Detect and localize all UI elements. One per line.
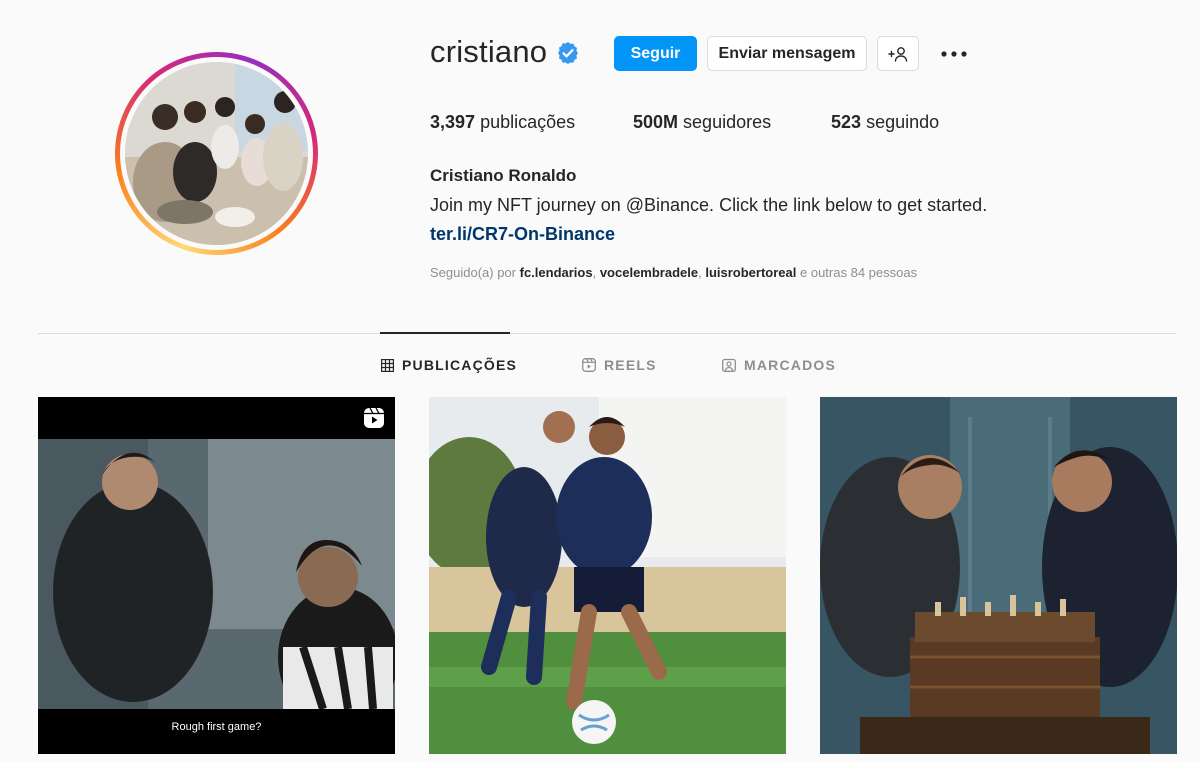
- tab-reels-label: REELS: [604, 357, 657, 373]
- active-tab-indicator: [380, 332, 510, 334]
- follower-account-2[interactable]: vocelembradele: [600, 265, 698, 280]
- profile-full-name: Cristiano Ronaldo: [430, 166, 577, 185]
- tagged-icon: [722, 358, 736, 372]
- suggested-accounts-button[interactable]: [877, 36, 919, 71]
- grid-icon: [381, 358, 394, 372]
- follow-button[interactable]: Seguir: [614, 36, 697, 71]
- more-options-button[interactable]: [936, 40, 972, 68]
- post-thumbnail-2[interactable]: [429, 397, 786, 754]
- post-2-image: [429, 397, 786, 754]
- followers-stat[interactable]: 500M seguidores: [633, 112, 771, 133]
- verified-badge-icon: [558, 42, 578, 64]
- profile-avatar-ring[interactable]: [115, 52, 318, 255]
- followers-label: seguidores: [683, 112, 772, 132]
- post-thumbnail-3[interactable]: [820, 397, 1177, 754]
- following-count: 523: [831, 112, 862, 132]
- following-label: seguindo: [866, 112, 940, 132]
- tab-posts[interactable]: PUBLICAÇÕES: [381, 356, 517, 374]
- posts-stat: 3,397 publicações: [430, 112, 575, 133]
- following-stat[interactable]: 523 seguindo: [831, 112, 939, 133]
- reels-icon: [582, 358, 596, 372]
- send-message-button[interactable]: Enviar mensagem: [707, 36, 867, 71]
- post-3-image: [820, 397, 1177, 754]
- profile-avatar[interactable]: [125, 62, 308, 245]
- post-1-image: [38, 397, 395, 754]
- tab-reels[interactable]: REELS: [582, 356, 657, 374]
- post-thumbnail-1[interactable]: Rough first game?: [38, 397, 395, 754]
- followed-by-suffix: e outras 84 pessoas: [800, 265, 918, 280]
- reel-caption: Rough first game?: [171, 721, 262, 733]
- tab-tagged[interactable]: MARCADOS: [722, 356, 836, 374]
- followed-by-text[interactable]: Seguido(a) por fc.lendarios, vocelembrad…: [430, 265, 917, 280]
- more-dots-icon: [941, 51, 967, 57]
- tab-tagged-label: MARCADOS: [744, 357, 837, 373]
- followers-count: 500M: [633, 112, 679, 132]
- add-person-icon: [888, 46, 908, 62]
- profile-bio-link[interactable]: ter.li/CR7-On-Binance: [430, 224, 615, 245]
- profile-bio: Join my NFT journey on @Binance. Click t…: [430, 195, 988, 215]
- profile-username: cristiano: [430, 34, 548, 69]
- tabs-divider: [38, 333, 1176, 334]
- reel-badge-icon: [364, 407, 384, 428]
- avatar-photo-illustration: [125, 62, 308, 245]
- follower-account-3[interactable]: luisrobertoreal: [705, 265, 796, 280]
- followed-by-prefix: Seguido(a) por: [430, 265, 516, 280]
- posts-label: publicações: [480, 112, 576, 132]
- follower-account-1[interactable]: fc.lendarios: [520, 265, 593, 280]
- posts-count: 3,397: [430, 112, 476, 132]
- tab-posts-label: PUBLICAÇÕES: [402, 357, 518, 373]
